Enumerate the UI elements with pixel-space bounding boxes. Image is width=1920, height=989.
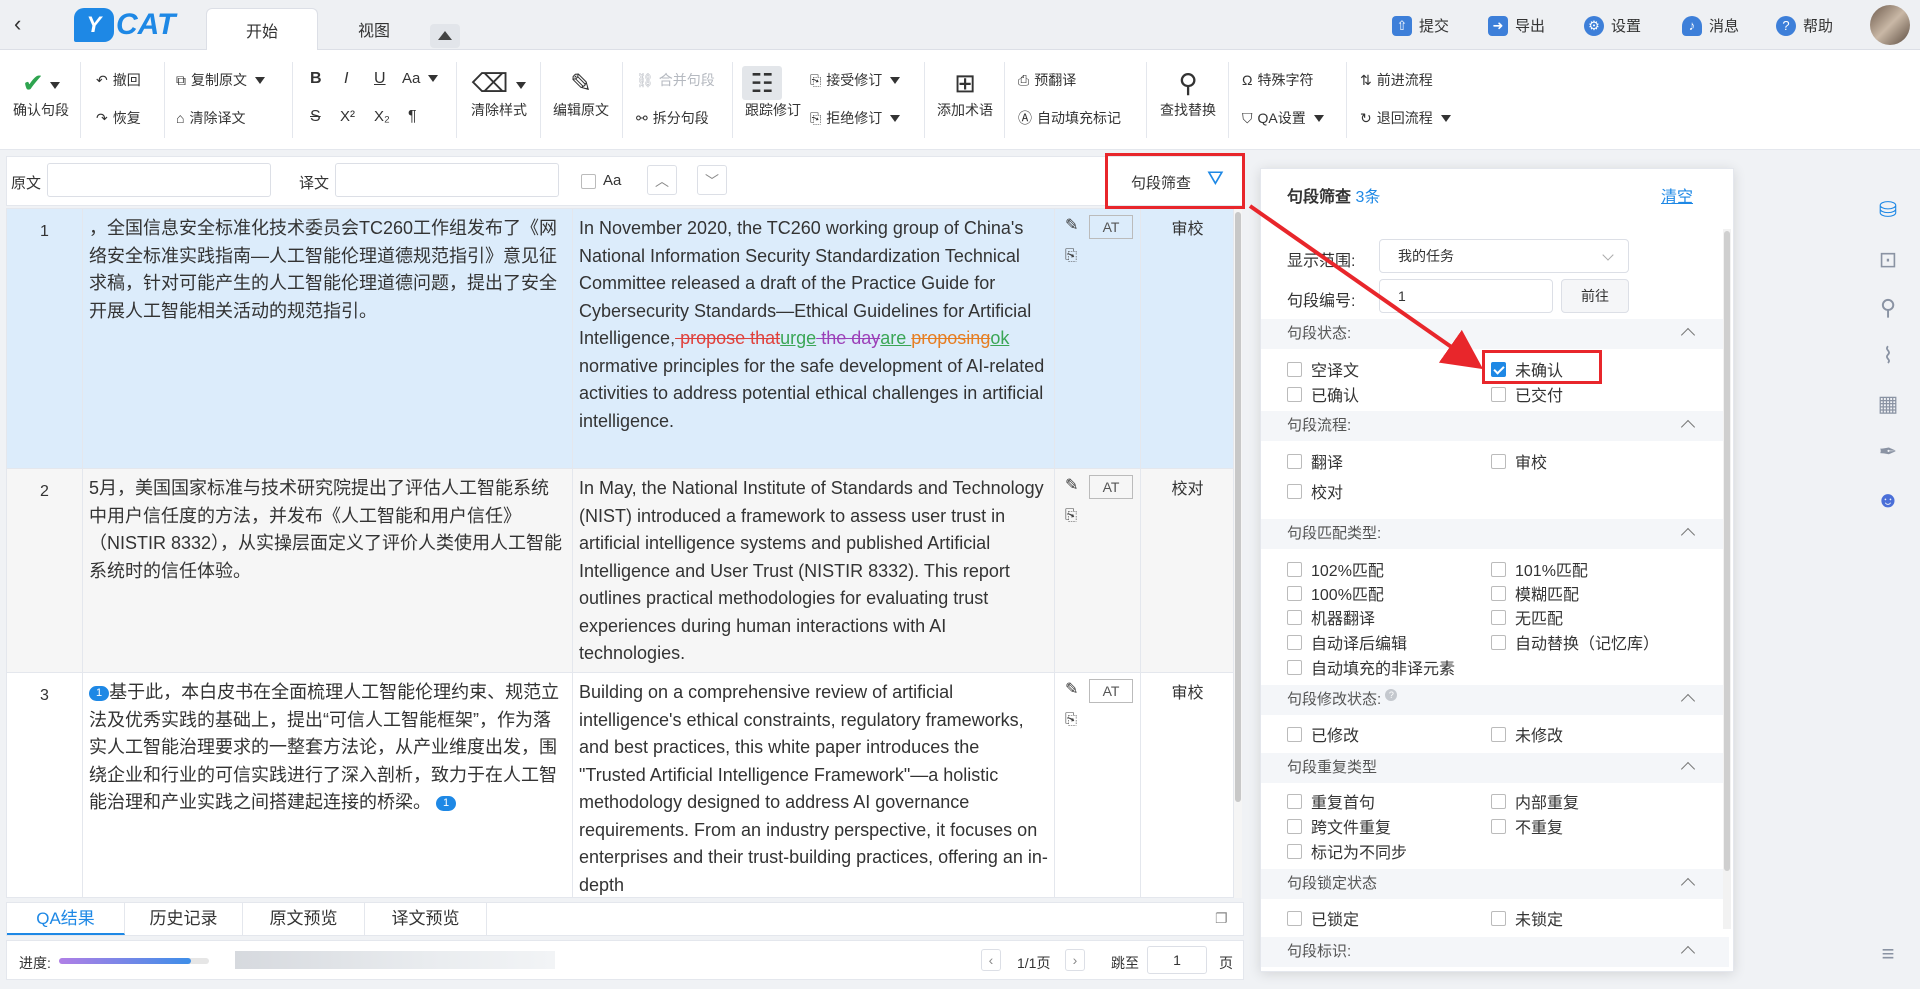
annotation-arrow	[1248, 204, 1484, 370]
